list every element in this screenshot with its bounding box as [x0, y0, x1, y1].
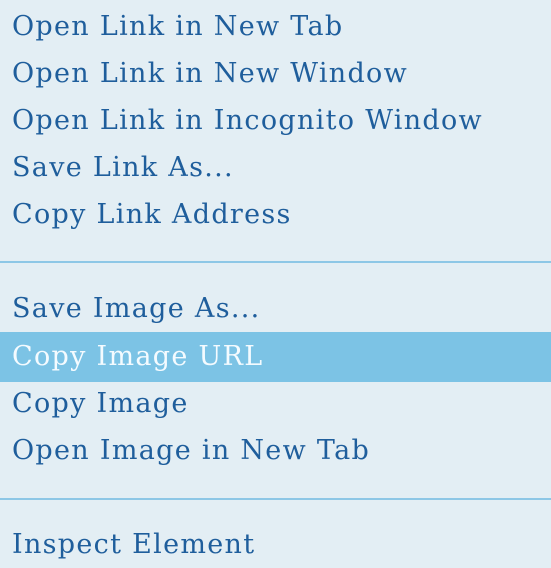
- menu-item-open-image-new-tab[interactable]: Open Image in New Tab: [0, 427, 551, 474]
- menu-item-copy-image[interactable]: Copy Image: [0, 380, 551, 427]
- context-menu: Open Link in New Tab Open Link in New Wi…: [0, 0, 551, 560]
- menu-item-open-link-new-window[interactable]: Open Link in New Window: [0, 50, 551, 97]
- menu-item-save-link-as[interactable]: Save Link As...: [0, 144, 551, 191]
- menu-item-open-link-incognito-window[interactable]: Open Link in Incognito Window: [0, 97, 551, 144]
- menu-item-inspect-element[interactable]: Inspect Element: [0, 521, 551, 568]
- menu-item-copy-link-address[interactable]: Copy Link Address: [0, 191, 551, 238]
- menu-item-copy-image-url[interactable]: Copy Image URL: [0, 332, 551, 382]
- menu-separator: [0, 261, 551, 263]
- menu-item-open-link-new-tab[interactable]: Open Link in New Tab: [0, 3, 551, 50]
- menu-separator: [0, 498, 551, 500]
- menu-item-save-image-as[interactable]: Save Image As...: [0, 285, 551, 332]
